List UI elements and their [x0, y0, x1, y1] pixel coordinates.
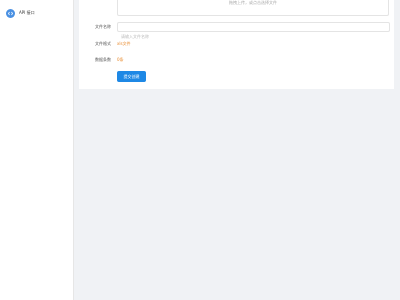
submit-button[interactable]: 提交创建 — [117, 71, 146, 82]
form-card: 拖拽上传，或点击选择文件 文件名称 文件格式 xls文件 数据条数 0条 提交创… — [79, 0, 394, 89]
record-count-label: 数据条数 — [95, 57, 111, 62]
file-format-value: xls文件 — [117, 41, 131, 47]
record-count-value: 0条 — [117, 57, 124, 62]
file-name-field — [117, 22, 390, 41]
file-name-input[interactable] — [118, 32, 389, 41]
upload-hint: 拖拽上传，或点击选择文件 — [229, 0, 277, 5]
file-format-label: 文件格式 — [95, 41, 111, 46]
sidebar-item-api[interactable]: API 接口 — [6, 7, 35, 19]
sidebar-item-label: API 接口 — [19, 10, 35, 15]
sidebar: API 接口 — [0, 0, 74, 300]
file-name-label: 文件名称 — [95, 24, 111, 29]
file-format-text: xls文件 — [117, 41, 131, 46]
api-icon — [6, 8, 15, 18]
upload-dropzone[interactable]: 拖拽上传，或点击选择文件 — [117, 0, 389, 16]
